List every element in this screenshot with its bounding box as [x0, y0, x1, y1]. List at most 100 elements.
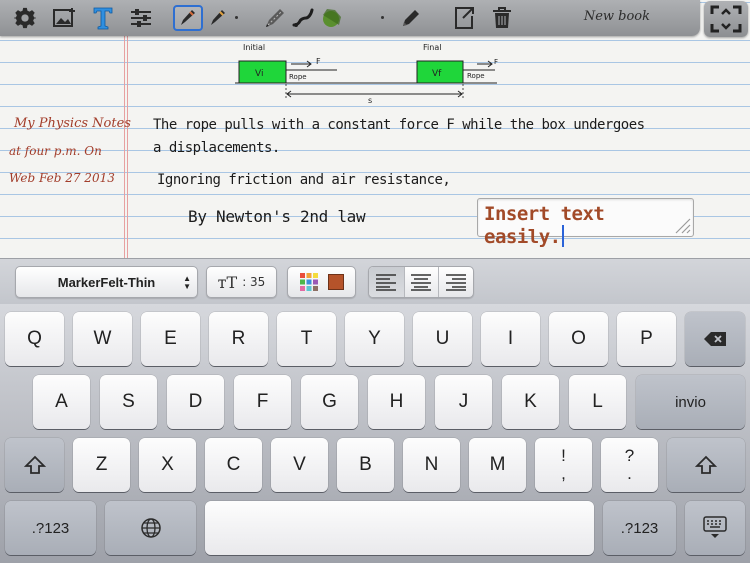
- key[interactable]: J: [435, 375, 492, 429]
- key[interactable]: I: [481, 312, 540, 366]
- align-left-button[interactable]: [369, 267, 404, 297]
- font-size-icon: ᴛT: [217, 272, 238, 292]
- note-line: Ignoring friction and air resistance,: [157, 172, 451, 188]
- diagram-initial-label: Initial: [243, 43, 265, 52]
- key[interactable]: G: [301, 375, 358, 429]
- fullscreen-icon: [710, 5, 742, 33]
- book-title[interactable]: New book: [584, 9, 650, 24]
- key[interactable]: S: [100, 375, 157, 429]
- key[interactable]: R: [209, 312, 268, 366]
- key-top-char: ?: [624, 446, 635, 465]
- key[interactable]: V: [271, 438, 328, 492]
- key[interactable]: N: [403, 438, 460, 492]
- brush-icon[interactable]: [290, 5, 316, 31]
- key[interactable]: Y: [345, 312, 404, 366]
- key[interactable]: T: [277, 312, 336, 366]
- diagram-final-label: Final: [423, 43, 441, 52]
- space-key[interactable]: [205, 501, 594, 555]
- key[interactable]: E: [141, 312, 200, 366]
- backspace-key[interactable]: [685, 312, 745, 366]
- resize-handle-icon[interactable]: [673, 216, 691, 234]
- key[interactable]: O: [549, 312, 608, 366]
- alignment-group: [368, 266, 474, 298]
- shift-icon: [23, 455, 46, 474]
- text-caret: [561, 225, 564, 247]
- notes-time: at four p.m. On: [9, 144, 102, 158]
- shift-key-right[interactable]: [667, 438, 745, 492]
- text-input-value[interactable]: Insert text easily.: [484, 203, 605, 248]
- separator-dot: [235, 16, 238, 19]
- notes-title: My Physics Notes: [14, 116, 131, 131]
- globe-icon: [140, 518, 161, 538]
- on-screen-keyboard: Q W E R T Y U I O P A S D F G H J K L in…: [0, 304, 750, 563]
- hide-keyboard-icon: [703, 516, 727, 538]
- key[interactable]: B: [337, 438, 394, 492]
- box-final-label: Vf: [432, 69, 442, 79]
- key[interactable]: X: [139, 438, 196, 492]
- key-bottom-char: .: [627, 464, 632, 483]
- format-bar: MarkerFelt-Thin ▲ ▼ ᴛT : 35: [0, 258, 750, 304]
- note-line: a displacements.: [153, 140, 280, 156]
- backspace-icon: [704, 332, 726, 346]
- eraser-icon[interactable]: [318, 5, 344, 31]
- hide-keyboard-key[interactable]: [685, 501, 745, 555]
- key[interactable]: M: [469, 438, 526, 492]
- return-key[interactable]: invio: [636, 375, 745, 429]
- gear-icon[interactable]: [12, 5, 38, 31]
- key-top-char: !: [561, 446, 566, 465]
- separator-dot: [381, 16, 384, 19]
- force-label-final: F: [494, 58, 498, 66]
- numbers-key-left[interactable]: .?123: [5, 501, 96, 555]
- align-center-icon: [411, 274, 432, 291]
- shift-icon: [695, 455, 717, 474]
- font-select[interactable]: MarkerFelt-Thin ▲ ▼: [15, 266, 198, 298]
- key[interactable]: Q: [5, 312, 64, 366]
- notebook-page[interactable]: Initial Final Vi Vf Rope Rope F F s My P…: [0, 0, 750, 258]
- key[interactable]: U: [413, 312, 472, 366]
- insert-image-icon[interactable]: [52, 5, 78, 31]
- align-left-icon: [376, 274, 397, 291]
- trash-icon[interactable]: [489, 5, 515, 31]
- exclamation-comma-key[interactable]: ! ,: [535, 438, 592, 492]
- align-right-icon: [446, 274, 467, 291]
- key[interactable]: L: [569, 375, 626, 429]
- box-initial-label: Vi: [255, 69, 263, 79]
- text-color-swatch[interactable]: [328, 274, 345, 290]
- force-label-initial: F: [316, 57, 321, 66]
- color-control[interactable]: [287, 266, 356, 298]
- pen-brown-icon[interactable]: [205, 5, 231, 31]
- color-palette-icon[interactable]: [299, 272, 319, 292]
- key[interactable]: A: [33, 375, 90, 429]
- edit-pencil-icon[interactable]: [398, 5, 424, 31]
- pencil-icon[interactable]: [262, 5, 288, 31]
- rope-label-final: Rope: [467, 72, 485, 80]
- numbers-key-right[interactable]: .?123: [603, 501, 676, 555]
- key[interactable]: D: [167, 375, 224, 429]
- physics-diagram[interactable]: Initial Final Vi Vf Rope Rope F F s: [225, 40, 515, 106]
- export-icon[interactable]: [451, 5, 477, 31]
- align-right-button[interactable]: [438, 267, 473, 297]
- pen-black-icon[interactable]: [173, 5, 203, 31]
- key[interactable]: Z: [73, 438, 130, 492]
- font-name: MarkerFelt-Thin: [57, 274, 156, 290]
- font-size-button[interactable]: ᴛT : 35: [206, 266, 277, 298]
- key[interactable]: H: [368, 375, 425, 429]
- question-period-key[interactable]: ? .: [601, 438, 658, 492]
- shift-key-left[interactable]: [5, 438, 64, 492]
- key[interactable]: C: [205, 438, 262, 492]
- note-line: By Newton's 2nd law: [188, 207, 366, 226]
- key[interactable]: F: [234, 375, 291, 429]
- text-tool-icon[interactable]: [90, 5, 116, 31]
- key[interactable]: W: [73, 312, 132, 366]
- notes-date: Web Feb 27 2013: [9, 171, 115, 185]
- font-size-value: : 35: [242, 275, 266, 289]
- key-bottom-char: ,: [561, 464, 566, 483]
- globe-key[interactable]: [105, 501, 196, 555]
- select-arrows-icon: ▲ ▼: [183, 274, 191, 291]
- fullscreen-button[interactable]: [704, 1, 748, 37]
- sliders-icon[interactable]: [128, 5, 154, 31]
- key[interactable]: P: [617, 312, 676, 366]
- key[interactable]: K: [502, 375, 559, 429]
- align-center-button[interactable]: [403, 267, 439, 297]
- text-input-box[interactable]: Insert text easily.: [477, 198, 694, 248]
